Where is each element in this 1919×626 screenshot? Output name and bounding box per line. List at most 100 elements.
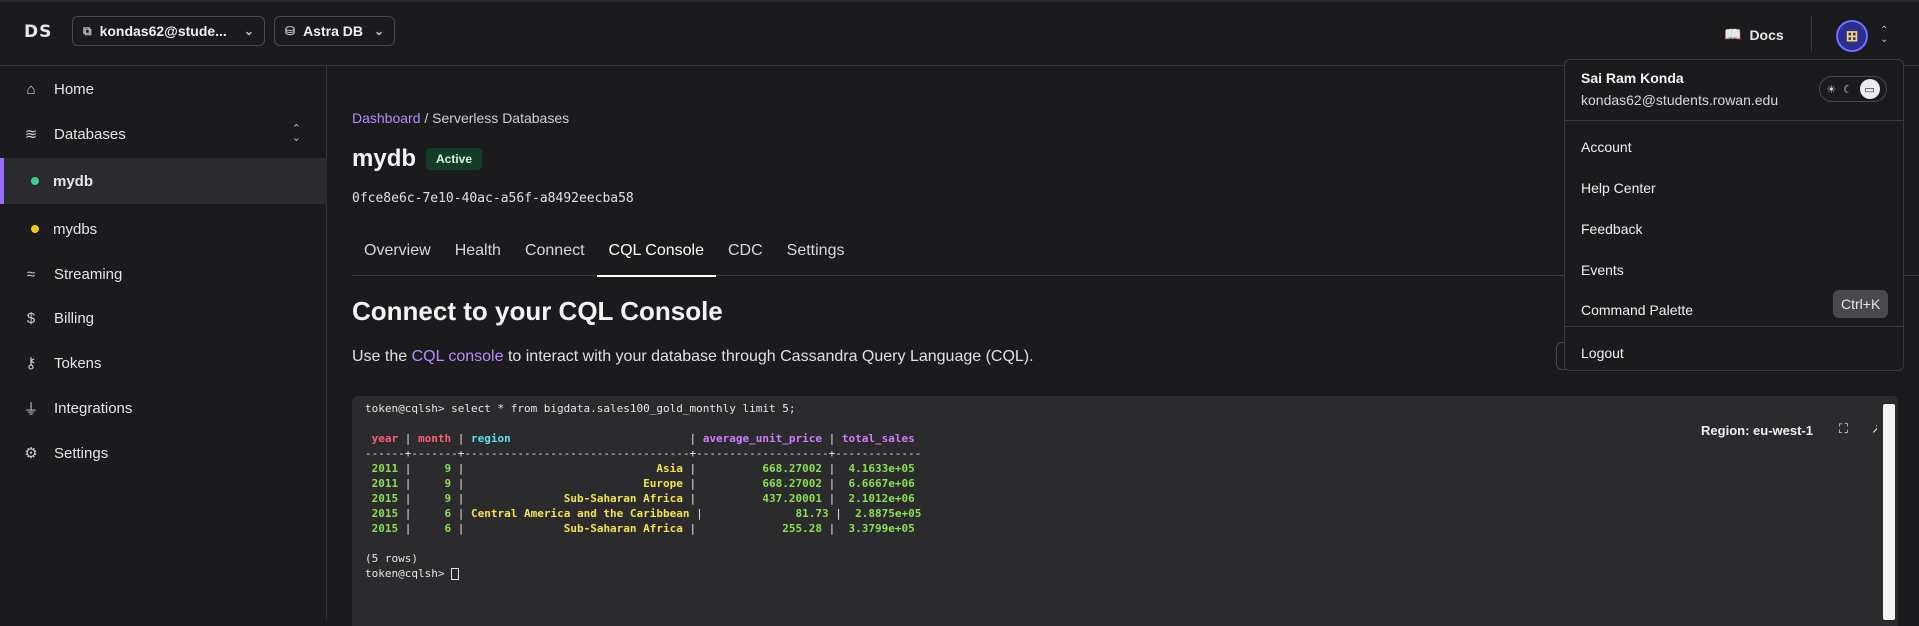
console-row: 2015 | 9 | Sub-Saharan Africa | 437.2000… <box>371 492 915 505</box>
theme-switcher[interactable]: ☀ ☾ ▭ <box>1819 76 1887 102</box>
console-row-count: (5 rows) <box>365 552 418 565</box>
desc-text: Use the <box>352 348 412 365</box>
breadcrumb: Dashboard / Serverless Databases <box>352 110 569 126</box>
sidebar-item-home[interactable]: ⌂ Home <box>0 66 327 112</box>
console-cursor <box>451 568 460 580</box>
desc-text: to interact with your database through C… <box>503 348 1034 365</box>
database-icon: ⛁ <box>285 24 296 38</box>
user-name: Sai Ram Konda <box>1581 70 1684 86</box>
console-row: 2015 | 6 | Sub-Saharan Africa | 255.28 |… <box>371 522 915 535</box>
sidebar-item-label: mydb <box>53 172 94 190</box>
key-icon: ⚷ <box>25 355 37 372</box>
tab-health[interactable]: Health <box>443 236 513 276</box>
console-header-row: year | month | region | average_unit_pri… <box>371 432 915 445</box>
sidebar-item-billing[interactable]: $ Billing <box>0 295 327 341</box>
console-prompt-line[interactable]: token@cqlsh> <box>365 567 1885 582</box>
docs-link[interactable]: 📖 Docs <box>1724 26 1784 43</box>
sidebar-item-label: Settings <box>54 444 109 462</box>
monitor-icon[interactable]: ▭ <box>1859 79 1880 99</box>
sidebar-item-tokens[interactable]: ⚷ Tokens <box>0 340 327 386</box>
database-id: 0fce8e6c-7e10-40ac-a56f-a8492eecba58 <box>352 191 634 206</box>
sidebar-item-label: Streaming <box>54 265 123 283</box>
col-header-year: year <box>371 432 399 445</box>
sidebar-item-databases[interactable]: ≋ Databases ⌃ ⌄ <box>0 111 327 157</box>
user-email: kondas62@students.rowan.edu <box>1581 92 1779 108</box>
title-row: mydb Active <box>352 145 483 173</box>
section-heading: Connect to your CQL Console <box>352 296 723 326</box>
console-blank <box>365 417 1885 432</box>
console-rule: ------+-------+-------------------------… <box>365 447 922 460</box>
tab-connect[interactable]: Connect <box>513 236 597 276</box>
plug-icon: ⏚ <box>23 400 39 418</box>
console-row: 2015 | 6 | Central America and the Carib… <box>371 507 922 520</box>
tab-cql-console[interactable]: CQL Console <box>596 236 717 277</box>
console-command-line: token@cqlsh> select * from bigdata.sales… <box>365 402 796 415</box>
sidebar-item-integrations[interactable]: ⏚ Integrations <box>0 385 327 431</box>
console-row: 2011 | 9 | Europe | 668.27002 | 6.6667e+… <box>371 477 915 490</box>
sidebar-item-label: Home <box>54 80 95 98</box>
chevron-down-icon: ⌄ <box>243 24 254 38</box>
console-blank <box>365 537 1885 552</box>
sidebar-item-label: Billing <box>54 309 95 327</box>
menu-item-feedback[interactable]: Feedback <box>1581 221 1642 237</box>
command-palette-shortcut: Ctrl+K <box>1833 290 1889 318</box>
top-bar: DS ⧉ kondas62@stude... ⌄ ⛁ Astra DB ⌄ 📖 … <box>0 0 1919 66</box>
tab-settings[interactable]: Settings <box>775 236 857 276</box>
user-avatar[interactable]: ⊞ <box>1836 20 1868 52</box>
sidebar-item-label: Integrations <box>54 399 133 417</box>
breadcrumb-current: / Serverless Databases <box>420 110 570 126</box>
sidebar-item-mydbs[interactable]: mydbs <box>0 206 327 252</box>
sun-icon[interactable]: ☀ <box>1826 83 1836 96</box>
sidebar-item-label: mydbs <box>53 220 98 238</box>
docs-label: Docs <box>1749 26 1784 43</box>
chevron-updown-icon[interactable]: ⌃ ⌄ <box>1880 26 1888 45</box>
home-icon: ⌂ <box>26 80 36 98</box>
status-dot <box>31 225 39 233</box>
status-badge: Active <box>426 148 483 170</box>
org-selector-label: kondas62@stude... <box>99 23 227 39</box>
console-scrollbar-thumb[interactable] <box>1883 404 1895 620</box>
menu-item-help-center[interactable]: Help Center <box>1581 180 1656 196</box>
sidebar-item-settings[interactable]: ⚙ Settings <box>0 430 327 476</box>
menu-divider <box>1565 120 1903 121</box>
user-menu-dropdown: Sai Ram Konda kondas62@students.rowan.ed… <box>1564 59 1904 371</box>
cql-console-terminal[interactable]: token@cqlsh> select * from bigdata.sales… <box>352 396 1898 626</box>
collapse-icon[interactable]: ⌃ ⌄ <box>292 124 301 144</box>
menu-item-logout[interactable]: Logout <box>1581 345 1624 361</box>
col-header-avg-price: average_unit_price <box>702 432 823 445</box>
section-description: Use the CQL console to interact with you… <box>352 348 1034 366</box>
org-selector[interactable]: ⧉ kondas62@stude... ⌄ <box>72 16 265 46</box>
chevron-down-icon: ⌄ <box>373 24 384 38</box>
streaming-icon: ≈ <box>26 265 36 283</box>
datastax-logo[interactable]: DS <box>24 22 52 42</box>
database-icon: ≋ <box>24 126 38 143</box>
console-prompt: token@cqlsh> <box>365 567 452 580</box>
menu-item-events[interactable]: Events <box>1581 262 1624 278</box>
moon-icon[interactable]: ☾ <box>1843 83 1853 96</box>
menu-item-account[interactable]: Account <box>1581 139 1632 155</box>
page-title: mydb <box>352 145 417 172</box>
col-header-region: region <box>471 432 511 445</box>
console-row: 2011 | 9 | Asia | 668.27002 | 4.1633e+05 <box>371 462 915 475</box>
menu-item-command-palette[interactable]: Command Palette <box>1581 302 1693 318</box>
cql-console-link[interactable]: CQL console <box>412 348 504 365</box>
divider <box>1811 16 1812 52</box>
tab-cdc[interactable]: CDC <box>716 236 775 276</box>
gear-icon: ⚙ <box>24 445 38 462</box>
product-selector-label: Astra DB <box>303 23 363 39</box>
sidebar-item-label: Tokens <box>54 354 102 372</box>
breadcrumb-dashboard-link[interactable]: Dashboard <box>352 110 421 126</box>
book-icon: 📖 <box>1724 26 1742 42</box>
fullscreen-icon[interactable]: ⛶ <box>1839 422 1848 437</box>
product-selector[interactable]: ⛁ Astra DB ⌄ <box>274 16 395 46</box>
billing-icon: $ <box>26 309 36 327</box>
org-icon: ⧉ <box>83 23 92 38</box>
tab-overview[interactable]: Overview <box>352 236 443 276</box>
col-header-total-sales: total_sales <box>841 432 915 445</box>
menu-divider <box>1565 326 1903 327</box>
sidebar: ⌂ Home ≋ Databases ⌃ ⌄ mydb mydbs ≈ Strea… <box>0 66 327 620</box>
col-header-month: month <box>418 432 452 445</box>
region-label: Region: eu-west-1 <box>1701 423 1813 438</box>
sidebar-item-mydb[interactable]: mydb <box>0 158 327 204</box>
sidebar-item-streaming[interactable]: ≈ Streaming <box>0 251 327 297</box>
